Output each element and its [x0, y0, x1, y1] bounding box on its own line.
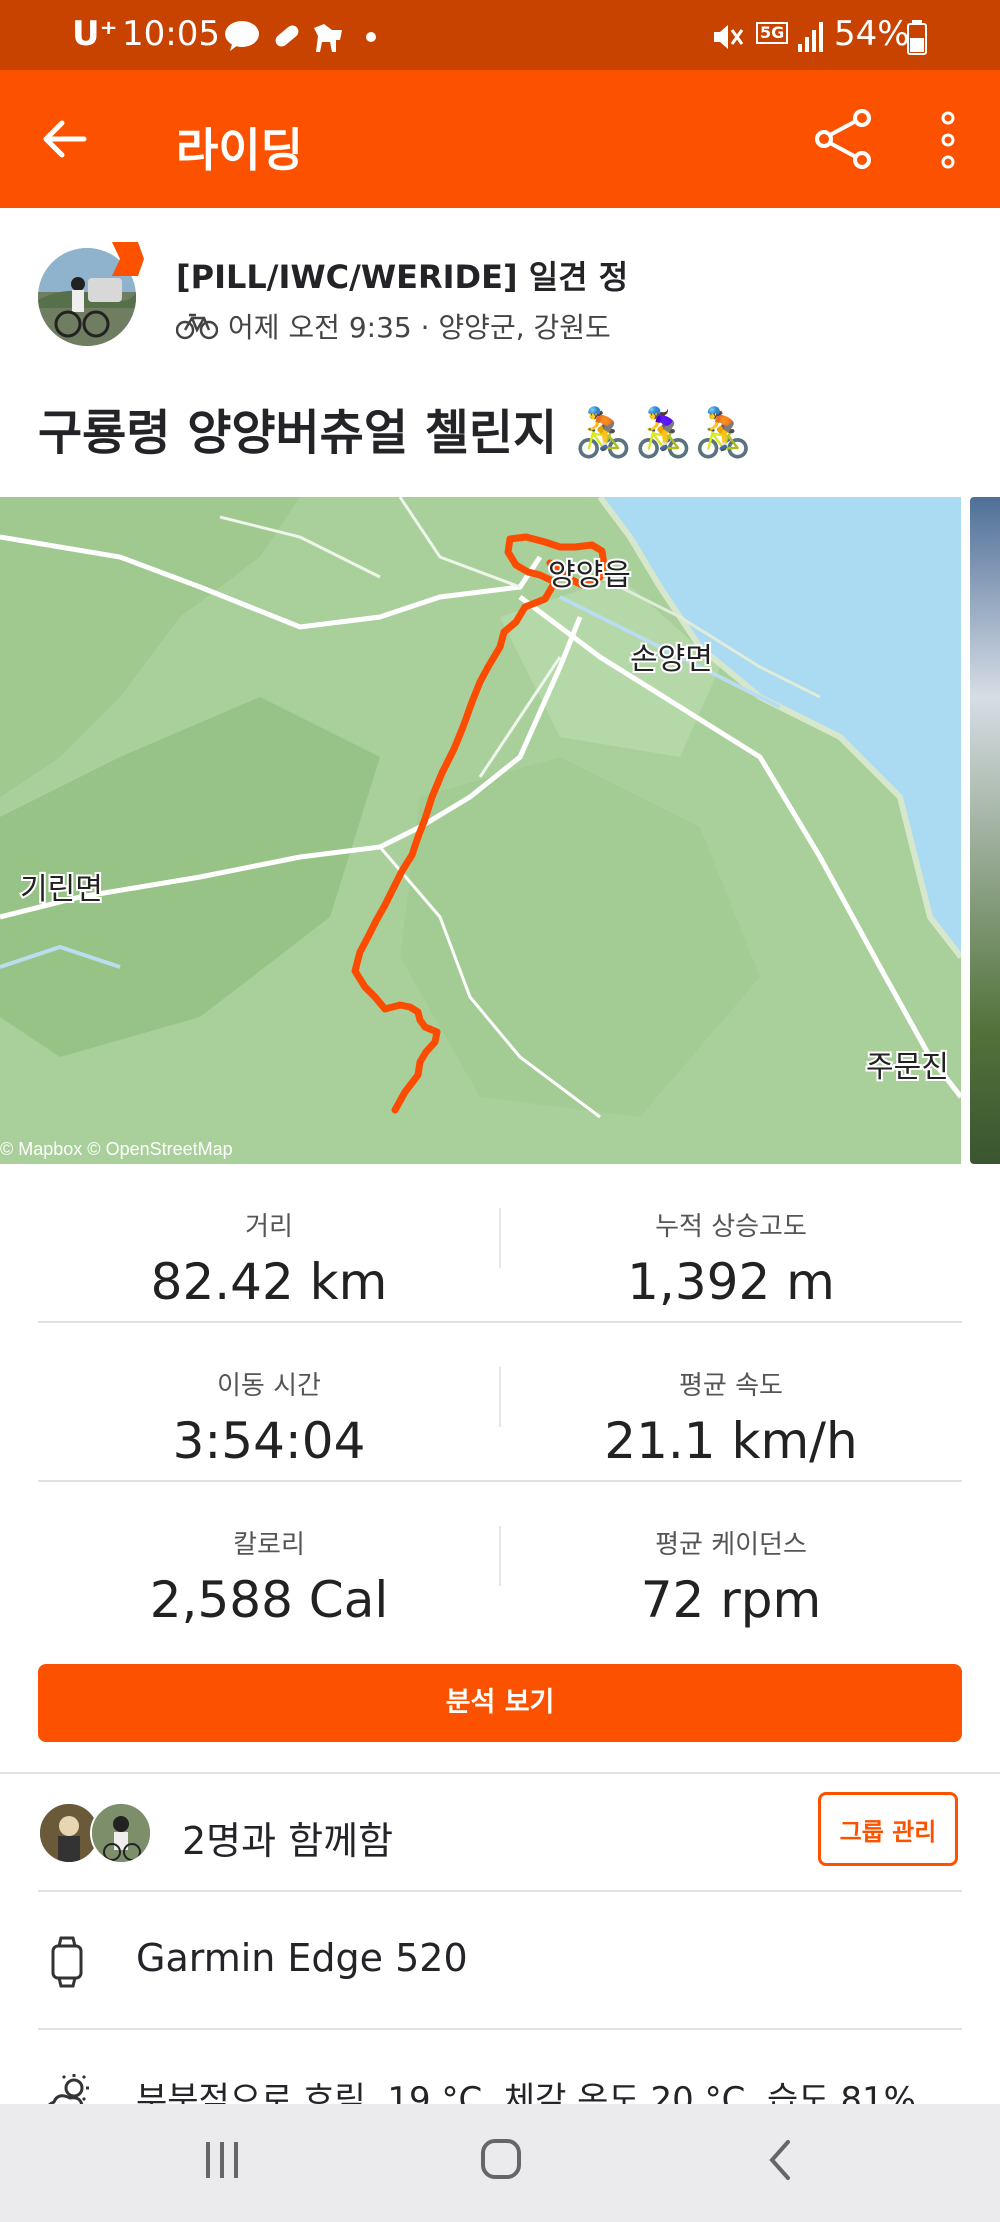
stat-value: 82.42 km: [150, 1253, 388, 1311]
battery-icon: [907, 20, 927, 55]
group-text: 2명과 함께함: [182, 1819, 394, 1863]
activity-meta: 어제 오전 9:35 · 양양군, 강원도: [176, 306, 611, 346]
manage-group-button[interactable]: 그룹 관리: [818, 1792, 958, 1866]
stat-value: 72 rpm: [640, 1571, 822, 1629]
watch-icon: [51, 1936, 83, 1988]
share-icon[interactable]: [812, 108, 874, 170]
stat-value: 21.1 km/h: [604, 1412, 858, 1470]
subscriber-badge-icon: [112, 242, 144, 276]
map-label-sonyang: 손양면: [630, 643, 713, 676]
device-row: Garmin Edge 520: [0, 1892, 1000, 2028]
athlete-name[interactable]: [PILL/IWC/WERIDE] 일견 정: [176, 252, 628, 298]
map-label-jumunjin: 주문진: [866, 1051, 949, 1084]
weather-row: 부분적으로 흐림, 19 °C, 체감 온도 20 °C, 습도 81%,: [0, 2030, 1000, 2110]
device-name: Garmin Edge 520: [136, 1936, 468, 1980]
athlete-header: [PILL/IWC/WERIDE] 일견 정 어제 오전 9:35 · 양양군,…: [0, 208, 1000, 368]
group-section: 2명과 함께함 그룹 관리: [0, 1772, 1000, 1890]
stat-label: 평균 속도: [679, 1371, 783, 1401]
home-icon[interactable]: [480, 2138, 522, 2180]
analyze-button[interactable]: 분석 보기: [38, 1664, 962, 1742]
route-map[interactable]: 양양읍 손양면 기린면 주문진 © Mapbox © OpenStreetMap: [0, 497, 961, 1164]
stat-label: 누적 상승고도: [655, 1212, 807, 1242]
media-thumbnail[interactable]: [970, 497, 1000, 1164]
activity-time-location: 어제 오전 9:35 · 양양군, 강원도: [228, 311, 611, 344]
system-nav-bar: [0, 2104, 1000, 2222]
stat-avg-cadence: 평균 케이던스 72 rpm: [500, 1482, 962, 1639]
map-attribution: © Mapbox © OpenStreetMap: [0, 1139, 233, 1159]
page-title: 라이딩: [176, 123, 303, 177]
recent-apps-icon[interactable]: [204, 2140, 240, 2180]
carrier-label: U⁺: [72, 14, 118, 54]
stats-row: 칼로리 2,588 Cal 평균 케이던스 72 rpm: [38, 1482, 962, 1639]
kakaotalk-icon: [225, 21, 259, 51]
stat-elevation-gain: 누적 상승고도 1,392 m: [500, 1164, 962, 1321]
network-type: 5G: [756, 22, 789, 44]
battery-percent: 54%: [834, 14, 910, 54]
map-label-girin: 기린면: [20, 873, 103, 906]
app-bar: 라이딩: [0, 70, 1000, 208]
back-icon[interactable]: [766, 2138, 794, 2182]
notification-dot: [366, 32, 376, 42]
stat-value: 3:54:04: [172, 1412, 366, 1470]
stat-label: 거리: [245, 1212, 293, 1242]
stat-calories: 칼로리 2,588 Cal: [38, 1482, 500, 1639]
stat-value: 1,392 m: [627, 1253, 835, 1311]
pill-icon: [275, 25, 299, 47]
stats-grid: 거리 82.42 km 누적 상승고도 1,392 m 이동 시간 3:54:0…: [38, 1164, 962, 1639]
stats-row: 거리 82.42 km 누적 상승고도 1,392 m: [38, 1164, 962, 1323]
stat-label: 이동 시간: [217, 1371, 321, 1401]
more-options-icon[interactable]: [936, 110, 960, 170]
stat-value: 2,588 Cal: [149, 1571, 389, 1629]
signal-icon: [798, 22, 823, 52]
status-bar: U⁺ 10:05 5G 54%: [0, 0, 1000, 70]
mute-icon: [714, 25, 744, 49]
stat-distance: 거리 82.42 km: [38, 1164, 500, 1321]
back-arrow-icon[interactable]: [40, 116, 90, 162]
activity-title: 구룡령 양양버츄얼 첼린지 🚴🚴‍♀️🚴: [38, 405, 754, 461]
bicycle-icon: [176, 313, 218, 340]
dog-icon: [314, 24, 342, 52]
stat-label: 평균 케이던스: [655, 1530, 807, 1560]
map-label-yangyang: 양양읍: [548, 559, 631, 592]
stats-row: 이동 시간 3:54:04 평균 속도 21.1 km/h: [38, 1323, 962, 1482]
stat-avg-speed: 평균 속도 21.1 km/h: [500, 1323, 962, 1480]
group-member-avatar[interactable]: [90, 1802, 152, 1864]
stat-label: 칼로리: [233, 1530, 305, 1560]
status-time: 10:05: [122, 14, 220, 54]
stat-moving-time: 이동 시간 3:54:04: [38, 1323, 500, 1480]
